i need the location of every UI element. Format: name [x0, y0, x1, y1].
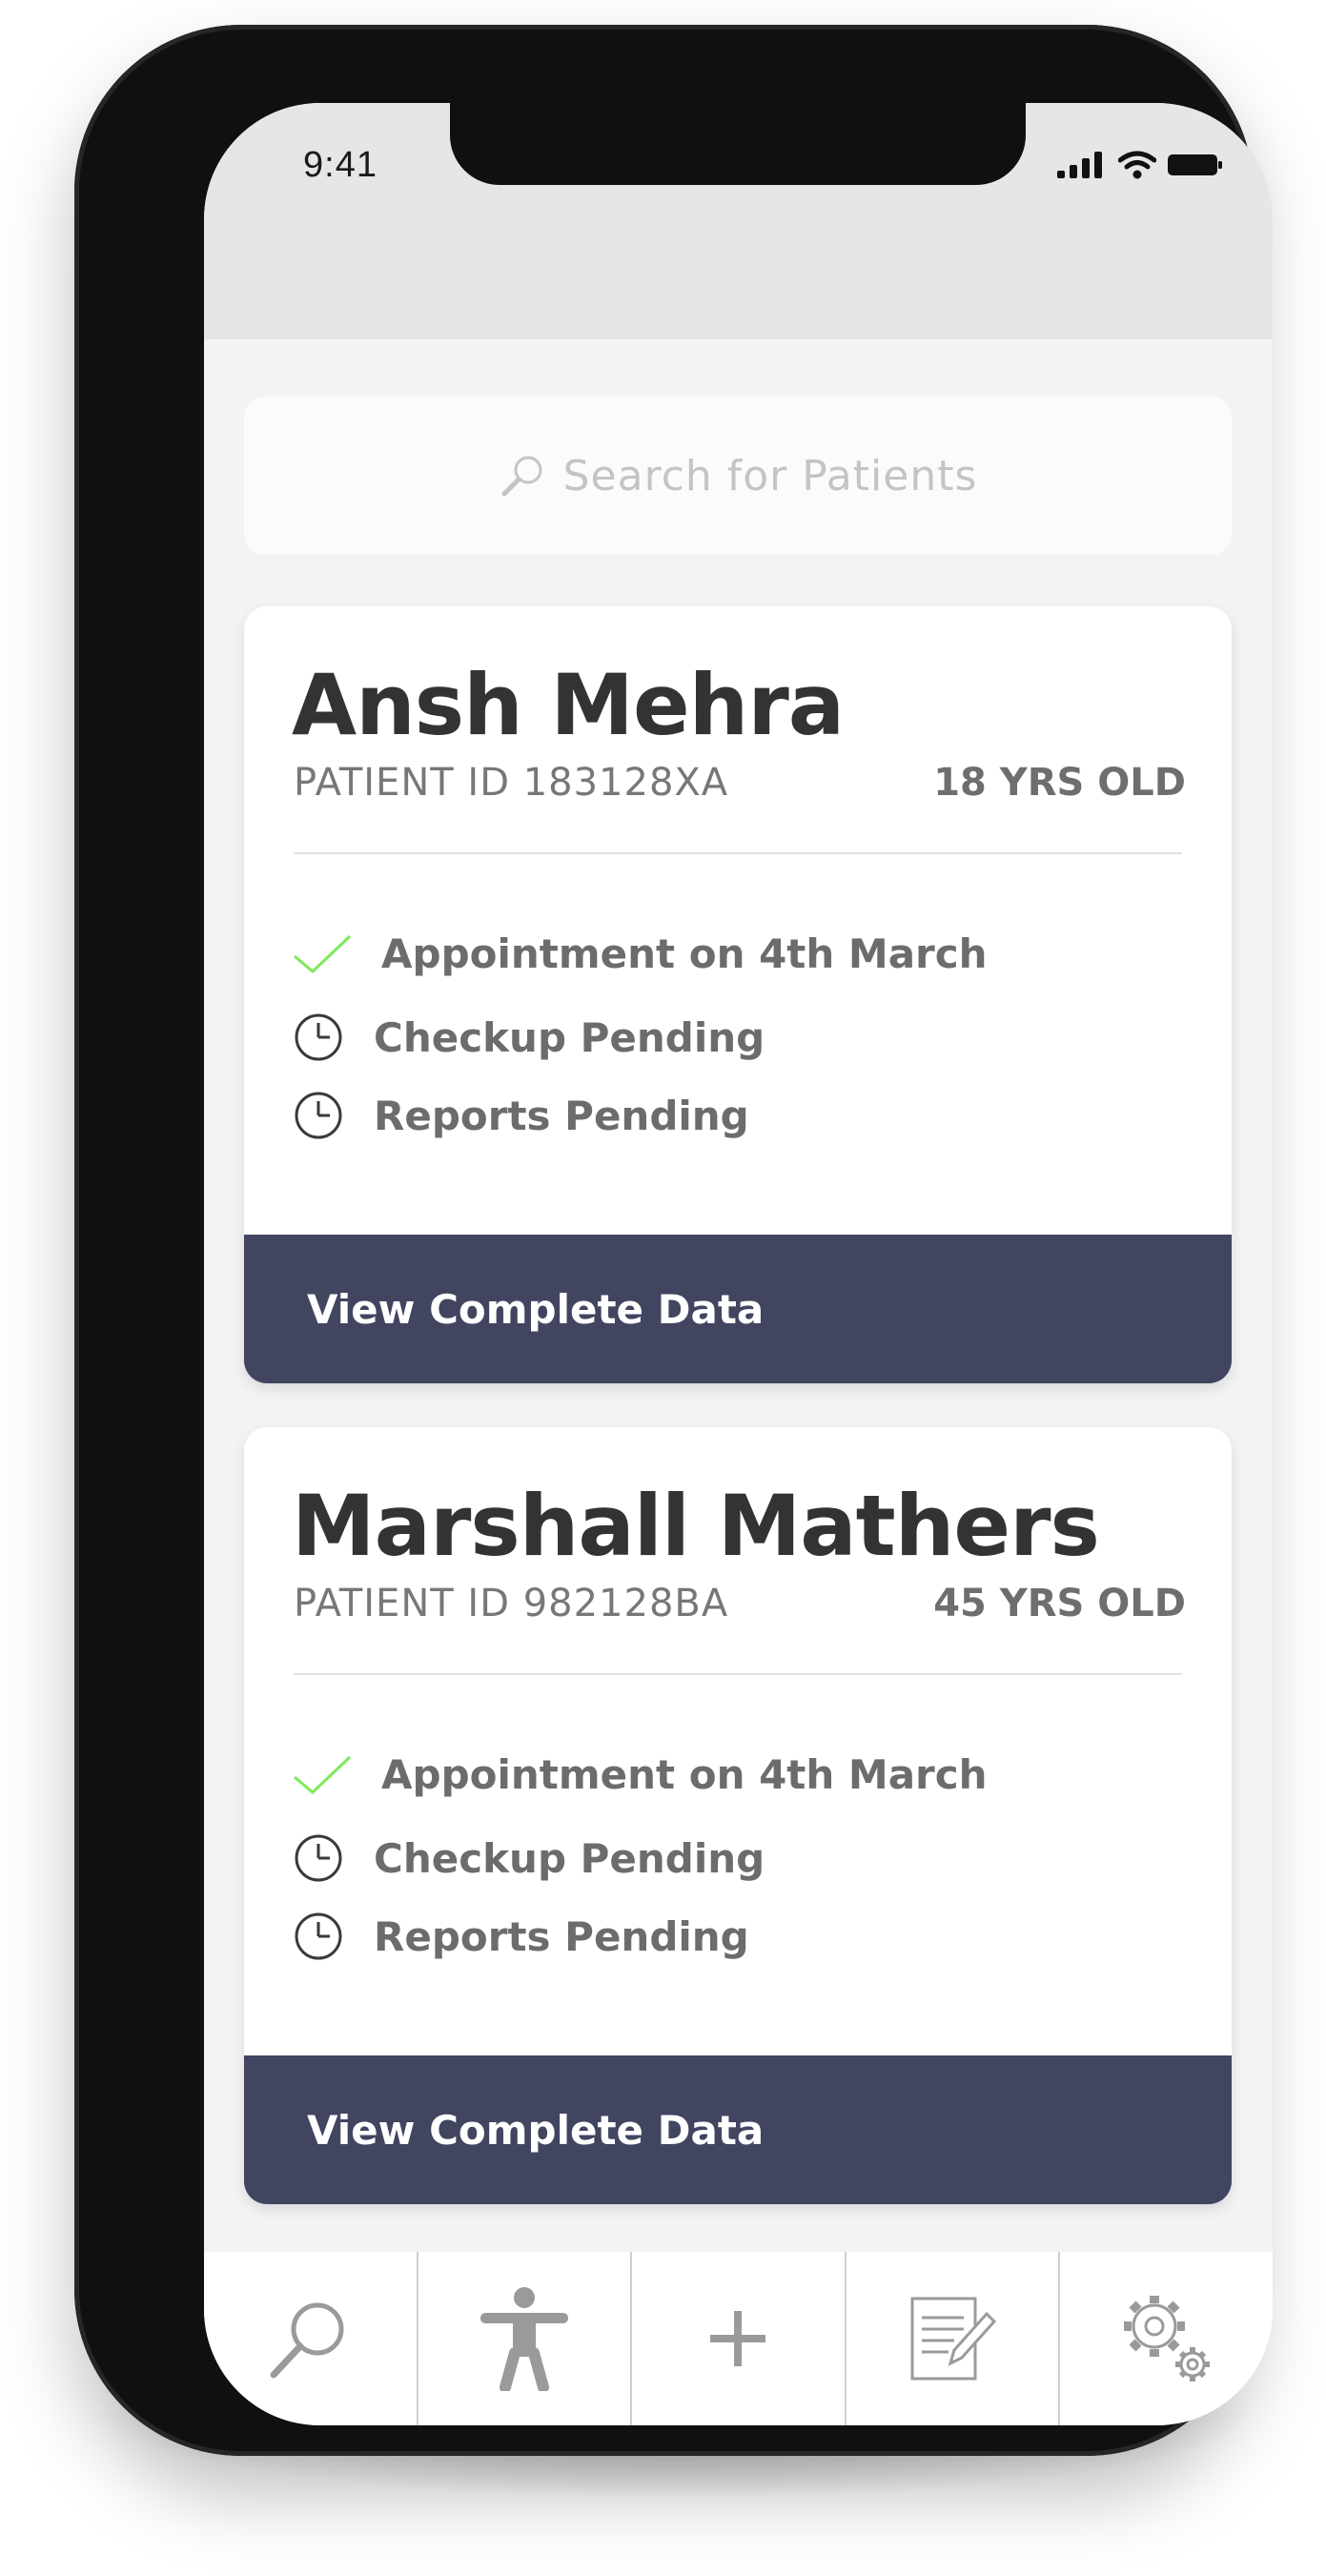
- status-reports: Reports Pending: [292, 1910, 749, 1963]
- status-appointment: Appointment on 4th March: [292, 1751, 988, 1798]
- battery-icon: [1168, 154, 1222, 175]
- status-label: Appointment on 4th March: [381, 930, 988, 977]
- status-time: 9:41: [303, 145, 377, 185]
- screen: 9:41 Search for Patients Ansh Mehra PATI…: [204, 103, 1273, 2425]
- status-reports: Reports Pending: [292, 1089, 749, 1142]
- divider: [294, 852, 1182, 854]
- clock-icon: [295, 1092, 342, 1139]
- tab-settings[interactable]: [1060, 2252, 1273, 2425]
- clock-icon: [295, 1013, 342, 1061]
- edit-document-icon: [910, 2297, 997, 2381]
- tab-patients[interactable]: [418, 2252, 633, 2425]
- patient-age: 18 YRS OLD: [933, 761, 1186, 805]
- patient-name: Ansh Mehra: [292, 656, 845, 754]
- status-icons: [1057, 151, 1223, 179]
- clock-icon: [295, 1834, 342, 1882]
- button-label: View Complete Data: [307, 2106, 765, 2154]
- search-icon: [501, 456, 542, 497]
- patient-id: PATIENT ID 982128BA: [294, 1582, 729, 1625]
- check-icon: [294, 1755, 352, 1794]
- search-icon: [270, 2302, 344, 2379]
- phone-frame: 9:41 Search for Patients Ansh Mehra PATI…: [74, 25, 1273, 2456]
- status-label: Appointment on 4th March: [381, 1751, 988, 1798]
- status-appointment: Appointment on 4th March: [292, 930, 988, 977]
- patient-card: Ansh Mehra PATIENT ID 183128XA 18 YRS OL…: [244, 606, 1232, 1383]
- patient-age: 45 YRS OLD: [933, 1582, 1186, 1625]
- status-label: Checkup Pending: [374, 1013, 765, 1061]
- button-label: View Complete Data: [307, 1285, 765, 1333]
- view-complete-data-button[interactable]: View Complete Data: [244, 2055, 1232, 2204]
- check-icon: [294, 934, 352, 973]
- clock-icon: [295, 1912, 342, 1960]
- divider: [294, 1673, 1182, 1675]
- signal-icon: [1057, 152, 1102, 178]
- patient-id: PATIENT ID 183128XA: [294, 761, 729, 805]
- search-input[interactable]: Search for Patients: [244, 397, 1232, 555]
- tab-bar: [204, 2252, 1273, 2425]
- gear-icon: [1123, 2296, 1210, 2382]
- search-placeholder: Search for Patients: [562, 451, 978, 501]
- tab-search[interactable]: [204, 2252, 418, 2425]
- plus-icon: [710, 2311, 766, 2366]
- wifi-icon: [1118, 151, 1156, 179]
- tab-notes[interactable]: [847, 2252, 1061, 2425]
- notch: [450, 103, 1026, 185]
- tab-add[interactable]: [632, 2252, 847, 2425]
- status-label: Reports Pending: [374, 1912, 749, 1960]
- patient-card: Marshall Mathers PATIENT ID 982128BA 45 …: [244, 1427, 1232, 2204]
- status-checkup: Checkup Pending: [292, 1011, 765, 1064]
- view-complete-data-button[interactable]: View Complete Data: [244, 1235, 1232, 1383]
- status-label: Reports Pending: [374, 1092, 749, 1139]
- status-checkup: Checkup Pending: [292, 1831, 765, 1885]
- person-icon: [479, 2287, 568, 2391]
- patient-name: Marshall Mathers: [292, 1477, 1100, 1575]
- status-label: Checkup Pending: [374, 1834, 765, 1882]
